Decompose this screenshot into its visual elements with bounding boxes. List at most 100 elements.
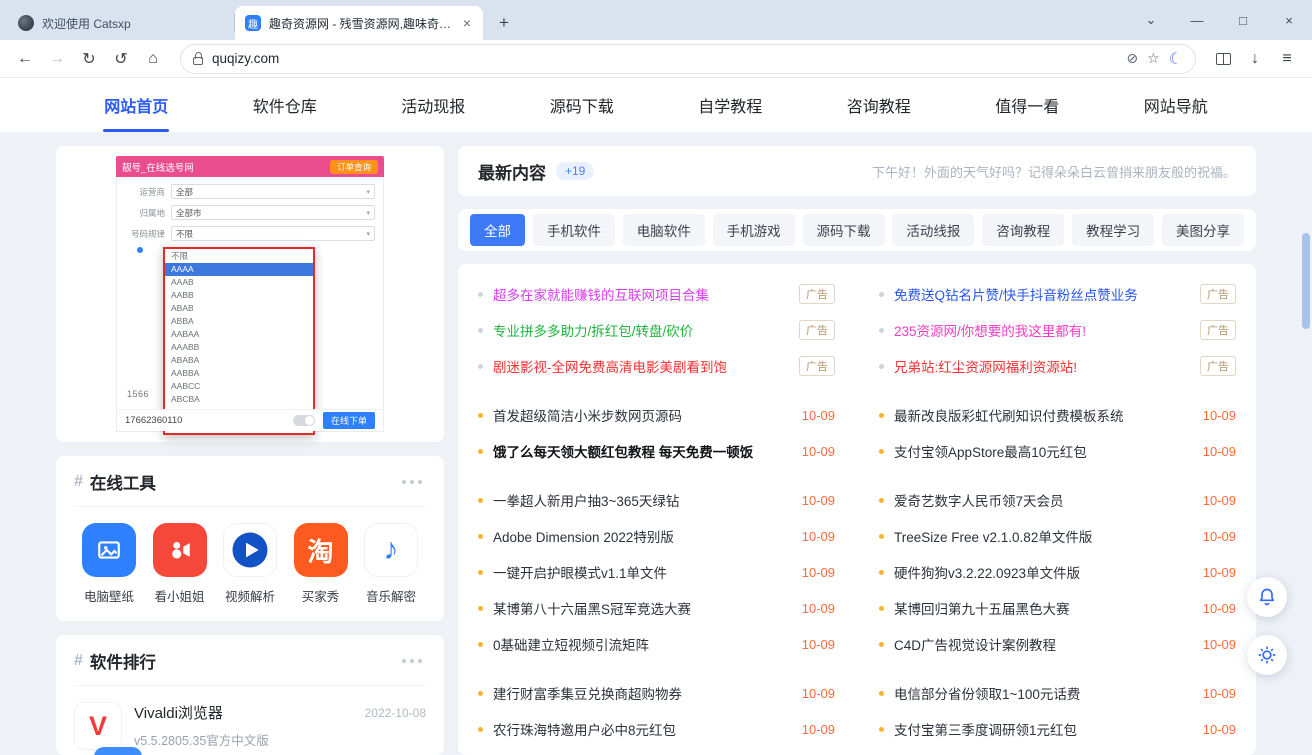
article-row[interactable]: 剧迷影视-全网免费高清电影美剧看到饱 广告 [478, 352, 835, 380]
article-title[interactable]: 支付宝第三季度调研领1元红包 [894, 719, 1077, 739]
category-tab[interactable]: 手机软件 [533, 214, 615, 246]
article-title[interactable]: 一拳超人新用户抽3~365天绿钻 [493, 490, 679, 510]
article-title[interactable]: 235资源网/你想要的我这里都有! [894, 320, 1086, 340]
article-row[interactable]: 0基础建立短视频引流矩阵 10-09 [478, 630, 835, 658]
article-row[interactable]: Antdownload2_v1.0.4 百度网盘不限速 10-08 [879, 751, 1236, 755]
article-row[interactable]: 支付宝第三季度调研领1元红包 10-09 [879, 715, 1236, 743]
category-tab[interactable]: 教程学习 [1072, 214, 1154, 246]
nav-item[interactable]: 活动现报 [359, 78, 508, 132]
article-row[interactable]: C4D广告视觉设计案例教程 10-09 [879, 630, 1236, 658]
article-title[interactable]: 兄弟站:红尘资源网福利资源站! [894, 356, 1077, 376]
tab-search-icon[interactable]: ⌄ [1128, 0, 1174, 40]
nav-item[interactable]: 网站首页 [62, 78, 211, 132]
article-title[interactable]: 支付宝领AppStore最高10元红包 [894, 441, 1087, 461]
nav-item[interactable]: 咨询教程 [805, 78, 954, 132]
article-title[interactable]: 某博第八十六届黑S冠军竞选大赛 [493, 598, 691, 618]
category-tab[interactable]: 咨询教程 [982, 214, 1064, 246]
article-row[interactable]: 235资源网/你想要的我这里都有! 广告 [879, 316, 1236, 344]
tab-close-icon[interactable]: × [461, 15, 473, 31]
article-title[interactable]: 超多在家就能赚钱的互联网项目合集 [493, 284, 709, 304]
article-title[interactable]: 0基础建立短视频引流矩阵 [493, 634, 649, 654]
tool-wallpaper[interactable]: 电脑壁纸 [78, 523, 140, 605]
address-bar[interactable]: quqizy.com ⊘ ☆ ☾ [180, 44, 1196, 74]
article-row[interactable]: 10月9日新闻早讯，每天60秒读懂世界 10-09 [478, 751, 835, 755]
article-title[interactable]: 建行财富季集豆兑换商超购物券 [493, 683, 682, 703]
article-row[interactable]: TreeSize Free v2.1.0.82单文件版 10-09 [879, 522, 1236, 550]
article-row[interactable]: 超多在家就能赚钱的互联网项目合集 广告 [478, 280, 835, 308]
app-name[interactable]: Vivaldi浏览器 [134, 702, 223, 723]
article-row[interactable]: 农行珠海特邀用户必中8元红包 10-09 [478, 715, 835, 743]
article-title[interactable]: 爱奇艺数字人民币领7天会员 [894, 490, 1064, 510]
more-icon[interactable] [398, 655, 426, 667]
article-row[interactable]: 兄弟站:红尘资源网福利资源站! 广告 [879, 352, 1236, 380]
category-tab[interactable]: 电脑软件 [623, 214, 705, 246]
close-button[interactable]: × [1266, 0, 1312, 40]
category-tab[interactable]: 全部 [470, 214, 525, 246]
category-tab[interactable]: 美图分享 [1162, 214, 1244, 246]
article-title[interactable]: 电信部分省份领取1~100元话费 [894, 683, 1080, 703]
article-title[interactable]: Adobe Dimension 2022特别版 [493, 526, 674, 546]
category-tab[interactable]: 活动线报 [892, 214, 974, 246]
nav-item[interactable]: 源码下载 [508, 78, 657, 132]
article-row[interactable]: 建行财富季集豆兑换商超购物券 10-09 [478, 679, 835, 707]
nav-item[interactable]: 值得一看 [953, 78, 1102, 132]
article-title[interactable]: 最新改良版彩虹代刷知识付费模板系统 [894, 405, 1124, 425]
category-tab[interactable]: 手机游戏 [713, 214, 795, 246]
article-row[interactable]: 一键开启护眼模式v1.1单文件 10-09 [478, 558, 835, 586]
article-row[interactable]: 硬件狗狗v3.2.22.0923单文件版 10-09 [879, 558, 1236, 586]
article-row[interactable]: 某博回归第九十五届黑色大赛 10-09 [879, 594, 1236, 622]
tool-taobao[interactable]: 淘 买家秀 [290, 523, 352, 605]
menu-icon[interactable]: ≡ [1272, 44, 1302, 74]
forward-icon[interactable]: → [42, 44, 72, 74]
notification-fab[interactable] [1247, 577, 1287, 617]
article-row[interactable]: 免费送Q钻名片赞/快手抖音粉丝点赞业务 广告 [879, 280, 1236, 308]
dark-mode-icon[interactable]: ☾ [1169, 49, 1183, 69]
article-title[interactable]: 专业拼多多助力/拆红包/转盘/砍价 [493, 320, 693, 340]
article-row[interactable]: 电信部分省份领取1~100元话费 10-09 [879, 679, 1236, 707]
tool-girls[interactable]: 看小姐姐 [149, 523, 211, 605]
nav-item[interactable]: 网站导航 [1102, 78, 1251, 132]
article-row[interactable]: 饿了么每天领大额红包教程 每天免费一顿饭 10-09 [478, 437, 835, 465]
tool-video-parse[interactable]: 视频解析 [219, 523, 281, 605]
bookmark-star-icon[interactable]: ☆ [1147, 50, 1160, 67]
new-tab-button[interactable]: + [491, 10, 517, 36]
article-title[interactable]: TreeSize Free v2.1.0.82单文件版 [894, 526, 1092, 546]
reload-icon[interactable]: ↻ [74, 44, 104, 74]
article-row[interactable]: 支付宝领AppStore最高10元红包 10-09 [879, 437, 1236, 465]
url-text[interactable]: quqizy.com [212, 51, 1117, 66]
scrollbar-thumb[interactable] [1302, 233, 1310, 329]
history-undo-icon[interactable]: ↺ [106, 44, 136, 74]
article-row[interactable]: 某博第八十六届黑S冠军竞选大赛 10-09 [478, 594, 835, 622]
nav-item[interactable]: 自学教程 [656, 78, 805, 132]
article-title[interactable]: 剧迷影视-全网免费高清电影美剧看到饱 [493, 356, 727, 376]
tool-music[interactable]: ♪ 音乐解密 [360, 523, 422, 605]
article-title[interactable]: 一键开启护眼模式v1.1单文件 [493, 562, 667, 582]
browser-tab-welcome[interactable]: 欢迎使用 Catsxp [8, 6, 234, 40]
article-row[interactable]: 爱奇艺数字人民币领7天会员 10-09 [879, 486, 1236, 514]
article-title[interactable]: 首发超级简洁小米步数网页源码 [493, 405, 682, 425]
settings-fab[interactable] [1247, 635, 1287, 675]
nav-item[interactable]: 软件仓库 [211, 78, 360, 132]
article-title[interactable]: 农行珠海特邀用户必中8元红包 [493, 719, 676, 739]
more-icon[interactable] [398, 476, 426, 488]
split-view-icon[interactable] [1208, 44, 1238, 74]
article-row[interactable]: Adobe Dimension 2022特别版 10-09 [478, 522, 835, 550]
article-title[interactable]: 某博回归第九十五届黑色大赛 [894, 598, 1070, 618]
category-tab[interactable]: 源码下载 [803, 214, 885, 246]
content-blocked-icon[interactable]: ⊘ [1126, 50, 1138, 67]
article-row[interactable]: 最新改良版彩虹代刷知识付费模板系统 10-09 [879, 401, 1236, 429]
downloads-icon[interactable]: ↓ [1240, 44, 1270, 74]
article-title[interactable]: 饿了么每天领大额红包教程 每天免费一顿饭 [493, 441, 753, 461]
article-row[interactable]: 一拳超人新用户抽3~365天绿钻 10-09 [478, 486, 835, 514]
article-row[interactable]: 专业拼多多助力/拆红包/转盘/砍价 广告 [478, 316, 835, 344]
article-title[interactable]: 免费送Q钻名片赞/快手抖音粉丝点赞业务 [894, 284, 1138, 304]
home-icon[interactable]: ⌂ [138, 44, 168, 74]
article-title[interactable]: C4D广告视觉设计案例教程 [894, 634, 1056, 654]
promo-banner[interactable]: 靓号_在线选号网 订单查询 运营商 全部 ▾ 归属地 [56, 146, 444, 442]
article-row[interactable]: 首发超级简洁小米步数网页源码 10-09 [478, 401, 835, 429]
back-icon[interactable]: ← [10, 44, 40, 74]
browser-tab-site[interactable]: 趣 趣奇资源网 - 残雪资源网,趣味奇妙... × [235, 6, 483, 40]
article-title[interactable]: 硬件狗狗v3.2.22.0923单文件版 [894, 562, 1080, 582]
maximize-button[interactable]: □ [1220, 0, 1266, 40]
minimize-button[interactable]: — [1174, 0, 1220, 40]
